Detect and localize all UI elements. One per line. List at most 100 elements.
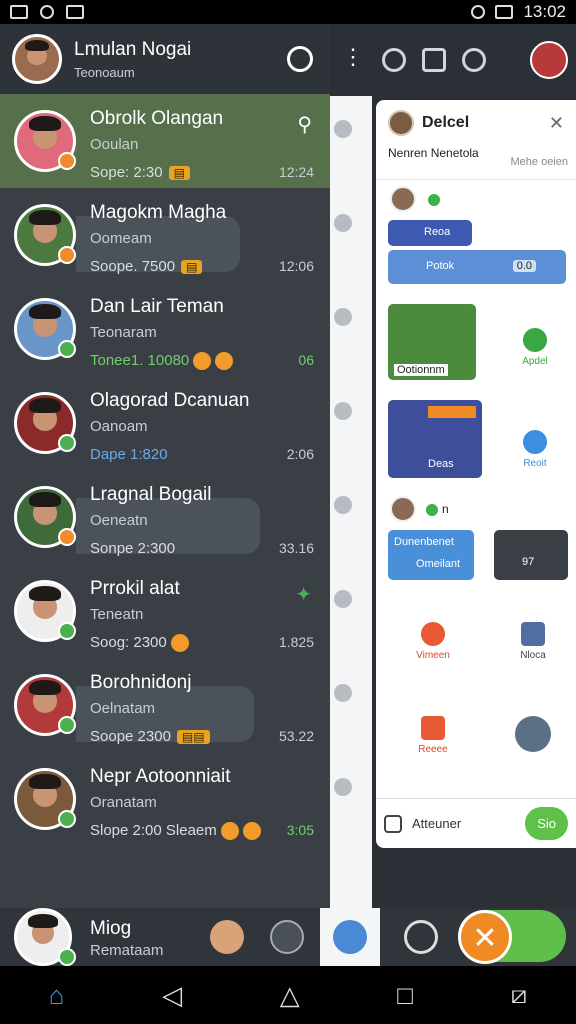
emoji-icon bbox=[170, 634, 189, 653]
background-header bbox=[330, 24, 576, 96]
action-item[interactable]: Vimeen bbox=[408, 622, 458, 661]
chat-meta: Soog: 2300 bbox=[90, 634, 189, 653]
avatar[interactable] bbox=[12, 34, 62, 84]
chat-meta-text: Sonpe 2:300 bbox=[90, 540, 176, 557]
card-label: Deas bbox=[428, 458, 454, 470]
chat-name: Prrokil alat bbox=[90, 578, 180, 599]
chat-meta: Sope: 2:30 ▤ bbox=[90, 164, 190, 181]
close-icon[interactable]: ✕ bbox=[458, 910, 512, 964]
status-bar: 13:02 bbox=[0, 0, 576, 24]
close-icon[interactable]: ✕ bbox=[549, 113, 564, 134]
gallery-icon bbox=[66, 5, 84, 19]
pin-icon[interactable]: ⚲ bbox=[297, 112, 312, 137]
chat-preview: Teneatn bbox=[90, 606, 144, 623]
card-text: Omeilant bbox=[416, 558, 461, 570]
chat-preview: Teonaram bbox=[90, 324, 157, 341]
home-outline-icon[interactable]: △ bbox=[280, 980, 300, 1011]
action-item[interactable] bbox=[508, 716, 558, 756]
drawer-subtitle: Teonoaum bbox=[74, 64, 135, 80]
list-dot bbox=[334, 684, 352, 702]
chat-item[interactable]: Magokm Magha Oomeam Soope. 7500 ▤ 12:06 bbox=[0, 188, 330, 282]
chat-name: Miog bbox=[90, 918, 132, 939]
pin-icon[interactable]: ✦ bbox=[295, 582, 312, 607]
tab-active[interactable] bbox=[320, 908, 380, 966]
online-indicator bbox=[426, 504, 438, 516]
avatar bbox=[390, 186, 416, 212]
image-card[interactable]: Ootionnm bbox=[388, 304, 476, 380]
emoji-icon bbox=[242, 822, 261, 841]
action-item[interactable]: Nloca bbox=[508, 622, 558, 661]
chat-time: 2:06 bbox=[286, 446, 314, 462]
search-icon[interactable] bbox=[404, 920, 438, 954]
status-time: 13:02 bbox=[523, 2, 566, 21]
chat-time: 53.22 bbox=[278, 728, 314, 744]
card-text: Dunenbenet bbox=[394, 536, 454, 548]
recents-icon[interactable]: □ bbox=[397, 980, 413, 1011]
list-dot bbox=[334, 590, 352, 608]
call-toggle[interactable]: ✕ bbox=[458, 910, 566, 964]
send-button[interactable]: Sio bbox=[525, 807, 568, 840]
screenshot-icon[interactable]: ⧄ bbox=[511, 979, 528, 1011]
message-input[interactable]: Atteuner bbox=[412, 816, 461, 831]
approve-action[interactable]: Apdel bbox=[510, 328, 560, 367]
search-icon[interactable] bbox=[462, 48, 486, 72]
card-value: 0.0 bbox=[512, 260, 536, 272]
emoji-icon bbox=[215, 352, 234, 371]
chat-item[interactable]: Nepr Aotoonniait Oranatam Slope 2:00 Sle… bbox=[0, 752, 330, 846]
chat-item[interactable]: Lragnal Bogail Oeneatn Sonpe 2:300 33.16 bbox=[0, 470, 330, 564]
drawer-header: Lmulan Nogai Teonoaum bbox=[0, 24, 330, 94]
volume-icon[interactable] bbox=[422, 48, 446, 72]
tag-icon: ▤ bbox=[168, 166, 190, 181]
more-icon[interactable]: ⋮ bbox=[342, 46, 364, 68]
chat-name: Lragnal Bogail bbox=[90, 484, 212, 505]
attach-icon[interactable] bbox=[384, 814, 402, 833]
bottom-bar: Miog Remataam ✕ bbox=[0, 908, 576, 966]
status-icon[interactable] bbox=[287, 46, 313, 72]
message-card[interactable]: Dunenbenet Omeilant bbox=[388, 530, 474, 580]
list-dot bbox=[334, 778, 352, 796]
back-icon[interactable]: ◁ bbox=[162, 980, 182, 1011]
chat-meta-text: Soope 2300 bbox=[90, 728, 171, 745]
chat-preview: Oomeam bbox=[90, 230, 152, 247]
avatar bbox=[388, 110, 414, 136]
reject-action[interactable]: Reoit bbox=[510, 430, 560, 469]
message-card[interactable]: Potok 0.0 bbox=[388, 250, 566, 284]
action-label: Apdel bbox=[522, 356, 548, 367]
action-label: Reoit bbox=[523, 458, 547, 469]
chat-name: Olagorad Dcanuan bbox=[90, 390, 250, 411]
action-label: Reeee bbox=[418, 744, 448, 755]
list-dot bbox=[334, 496, 352, 514]
list-dot bbox=[334, 120, 352, 138]
message-card[interactable]: Reoa bbox=[388, 220, 472, 246]
message-card[interactable]: 97 bbox=[494, 530, 568, 580]
message-icon bbox=[521, 622, 545, 646]
home-icon[interactable]: ⌂ bbox=[49, 980, 65, 1011]
mail-icon bbox=[10, 5, 28, 19]
image-card[interactable]: Deas bbox=[388, 400, 482, 478]
status-badge bbox=[58, 528, 76, 546]
action-item[interactable]: Reeee bbox=[408, 716, 458, 755]
chat-name: Nepr Aotoonniait bbox=[90, 766, 231, 787]
tag-icon: ▤ bbox=[181, 260, 203, 275]
chat-preview: Oranatam bbox=[90, 794, 157, 811]
search-icon[interactable] bbox=[382, 48, 406, 72]
chat-item[interactable]: Olagorad Dcanuan Oanoam Dape 1:820 2:06 bbox=[0, 376, 330, 470]
chat-item[interactable]: Borohnidonj Oelnatam Soope 2300 ▤▤ 53.22 bbox=[0, 658, 330, 752]
card-text: 97 bbox=[522, 556, 535, 568]
chat-meta: Soope. 7500 ▤ bbox=[90, 258, 203, 275]
chat-preview: Oanoam bbox=[90, 418, 148, 435]
emoji-icon[interactable] bbox=[270, 920, 304, 954]
chat-meta: Tonee1. 10080 bbox=[90, 352, 234, 371]
chat-time: 3:05 bbox=[286, 822, 314, 838]
card-text: Potok bbox=[426, 260, 455, 272]
status-badge bbox=[58, 246, 76, 264]
emoji-icon bbox=[220, 822, 239, 841]
card-text: Reoa bbox=[424, 226, 451, 238]
chat-item[interactable]: Obrolk Olangan Ooulan Sope: 2:30 ▤ 12:24 … bbox=[0, 94, 330, 188]
sticker-icon[interactable] bbox=[210, 920, 244, 954]
chat-item[interactable]: Dan Lair Teman Teonaram Tonee1. 10080 06 bbox=[0, 282, 330, 376]
chat-item[interactable]: Prrokil alat Teneatn Soog: 2300 1.825 ✦ bbox=[0, 564, 330, 658]
status-badge bbox=[58, 152, 76, 170]
chat-preview: Remataam bbox=[90, 942, 164, 959]
avatar[interactable] bbox=[530, 41, 568, 79]
